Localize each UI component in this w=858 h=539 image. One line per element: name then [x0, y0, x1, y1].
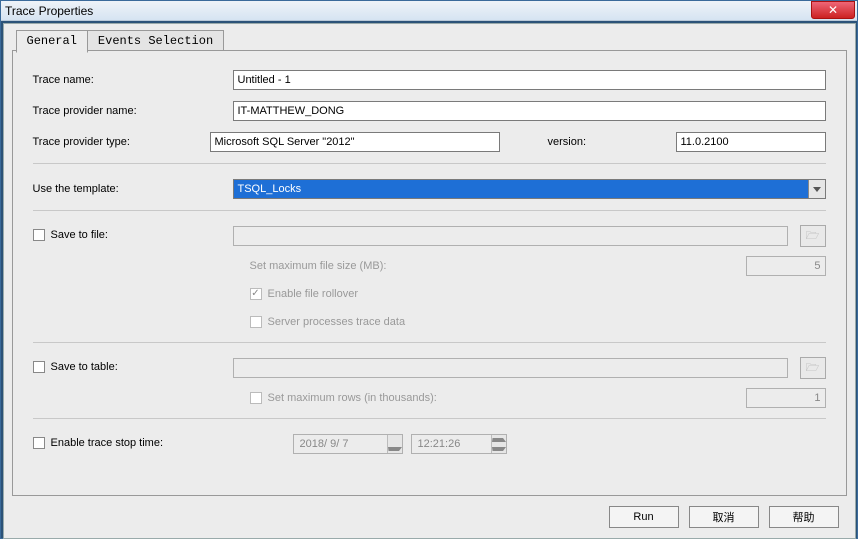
label-provider-type: Trace provider type:: [33, 136, 210, 148]
label-save-table: Save to table:: [33, 361, 233, 376]
window-title: Trace Properties: [5, 4, 93, 18]
combobox-button[interactable]: [808, 180, 825, 198]
provider-name-field: IT-MATTHEW_DONG: [233, 101, 826, 121]
version-field: 11.0.2100: [676, 132, 826, 152]
dialog-window: Trace Properties ✕ General Events Select…: [0, 0, 858, 539]
enable-rollover-checkbox: [250, 288, 262, 300]
dialog-body: General Events Selection Trace name: Tra…: [3, 23, 856, 539]
help-button[interactable]: 帮助: [769, 506, 839, 528]
label-max-rows: Set maximum rows (in thousands):: [268, 392, 437, 404]
label-save-file: Save to file:: [33, 229, 233, 244]
chevron-down-icon: [492, 447, 506, 451]
cancel-button[interactable]: 取消: [689, 506, 759, 528]
label-provider-name: Trace provider name:: [33, 105, 233, 117]
template-value: TSQL_Locks: [238, 183, 302, 195]
chevron-up-icon: [492, 438, 506, 442]
stop-date-input: 2018/ 9/ 7: [293, 434, 403, 454]
close-button[interactable]: ✕: [811, 1, 855, 19]
date-dropdown: [387, 435, 402, 453]
template-combobox[interactable]: TSQL_Locks: [233, 179, 826, 199]
browse-table-button[interactable]: 🗁: [800, 357, 826, 379]
label-max-file-size: Set maximum file size (MB):: [250, 260, 746, 272]
separator-3: [33, 342, 826, 343]
open-file-icon: 🗁: [806, 227, 820, 246]
titlebar: Trace Properties ✕: [1, 1, 857, 21]
label-trace-name: Trace name:: [33, 74, 233, 86]
provider-type-field: Microsoft SQL Server "2012": [210, 132, 500, 152]
button-bar: Run 取消 帮助: [609, 506, 839, 528]
label-version: version:: [548, 136, 668, 148]
stop-time-input: 12:21:26: [411, 434, 507, 454]
server-processes-checkbox: [250, 316, 262, 328]
run-button[interactable]: Run: [609, 506, 679, 528]
label-stop-time: Enable trace stop time:: [33, 437, 293, 452]
max-rows-checkbox: [250, 392, 262, 404]
trace-name-input[interactable]: [233, 70, 826, 90]
label-server-processes: Server processes trace data: [268, 316, 406, 328]
max-rows-input: 1: [746, 388, 826, 408]
time-spinner: [491, 435, 506, 453]
chevron-down-icon: [388, 447, 402, 451]
separator-2: [33, 210, 826, 211]
label-enable-rollover: Enable file rollover: [268, 288, 359, 300]
save-table-name: [233, 358, 788, 378]
tab-panel-general: Trace name: Trace provider name: IT-MATT…: [12, 50, 847, 496]
save-to-file-checkbox[interactable]: [33, 229, 45, 241]
save-file-path: [233, 226, 788, 246]
enable-stop-checkbox[interactable]: [33, 437, 45, 449]
separator-4: [33, 418, 826, 419]
label-use-template: Use the template:: [33, 183, 233, 195]
separator-1: [33, 163, 826, 164]
browse-file-button[interactable]: 🗁: [800, 225, 826, 247]
save-to-table-checkbox[interactable]: [33, 361, 45, 373]
tab-general[interactable]: General: [16, 30, 88, 53]
open-table-icon: 🗁: [806, 359, 820, 378]
max-file-size-input: 5: [746, 256, 826, 276]
chevron-down-icon: [813, 187, 821, 192]
